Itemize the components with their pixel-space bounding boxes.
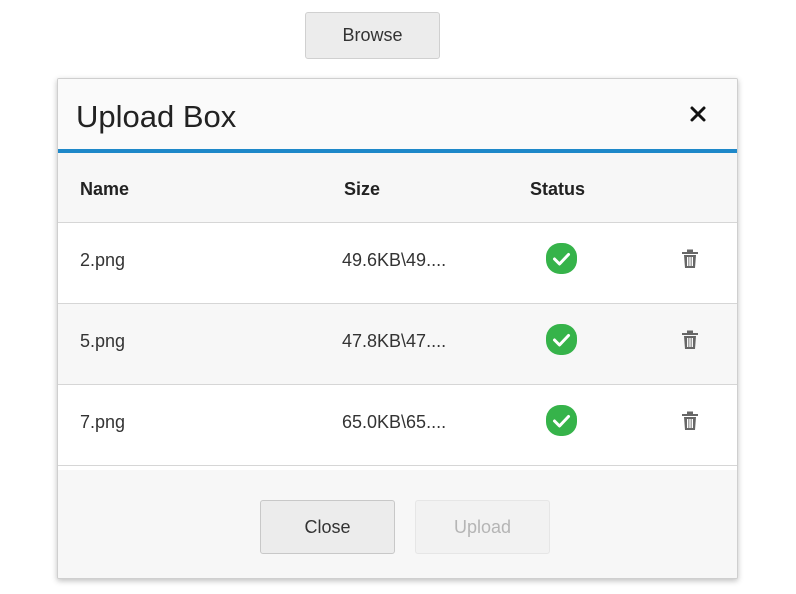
table-row: 5.png 47.8KB\47....: [58, 304, 737, 385]
file-size: 65.0KB\65....: [342, 412, 447, 432]
trash-icon[interactable]: [681, 330, 699, 350]
trash-icon[interactable]: [681, 249, 699, 269]
file-name: 7.png: [80, 412, 126, 432]
file-size: 47.8KB\47....: [342, 331, 447, 351]
dialog-footer: Close Upload: [58, 470, 737, 578]
close-button[interactable]: Close: [260, 500, 395, 554]
table-row: 2.png 49.6KB\49....: [58, 223, 737, 304]
dialog-header: Upload Box: [58, 79, 737, 153]
browse-button[interactable]: Browse: [305, 12, 440, 59]
dialog-title: Upload Box: [76, 99, 237, 134]
table-row: 7.png 65.0KB\65....: [58, 385, 737, 466]
file-name: 2.png: [80, 250, 126, 270]
upload-dialog: Upload Box Name Size Status 2.png 49.6KB…: [57, 78, 738, 579]
column-header-name: Name: [80, 179, 130, 199]
column-header-size: Size: [344, 179, 381, 199]
trash-icon[interactable]: [681, 411, 699, 431]
close-icon[interactable]: [687, 103, 709, 125]
success-check-icon: [545, 242, 578, 275]
success-check-icon: [545, 404, 578, 437]
column-header-status: Status: [530, 179, 586, 199]
file-size: 49.6KB\49....: [342, 250, 447, 270]
table-header: Name Size Status: [58, 153, 737, 223]
upload-button[interactable]: Upload: [415, 500, 550, 554]
file-list: 2.png 49.6KB\49.... 5.png 47.8KB\47.... …: [58, 223, 737, 466]
file-name: 5.png: [80, 331, 126, 351]
success-check-icon: [545, 323, 578, 356]
